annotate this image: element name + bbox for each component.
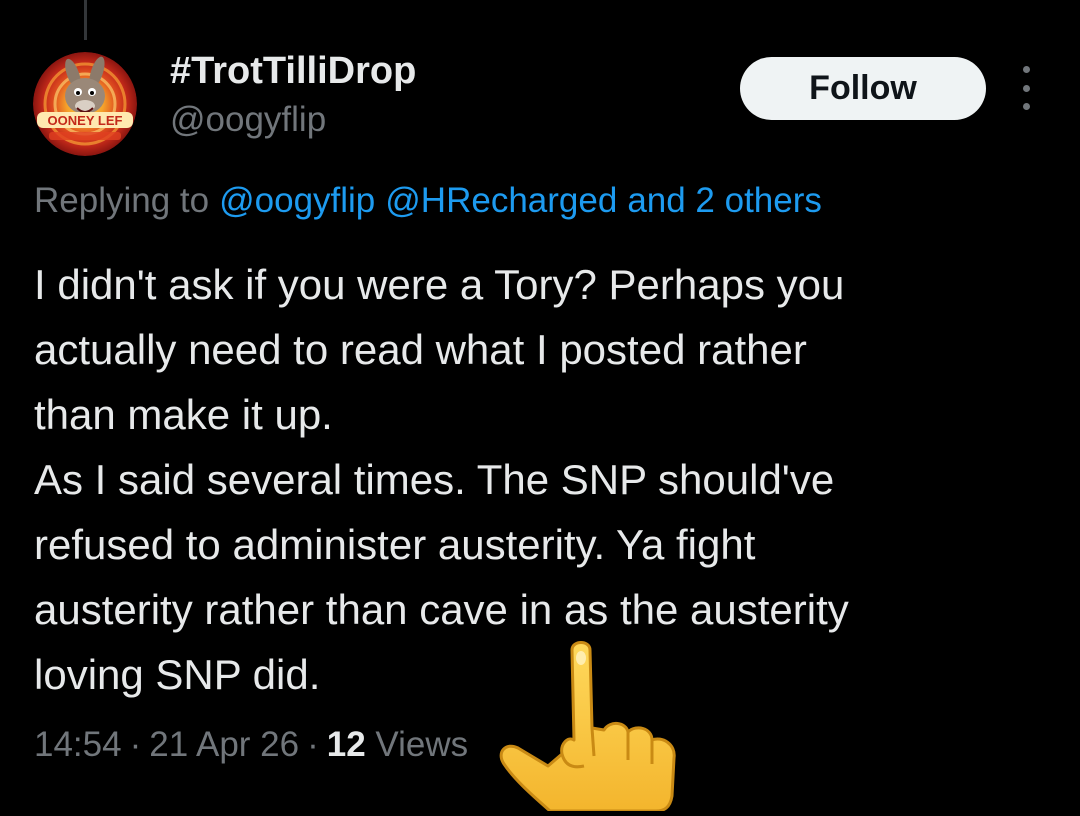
tweet-text-line: I didn't ask if you were a Tory? Perhaps… [34,261,845,308]
more-dot [1022,103,1030,110]
author-handle[interactable]: @oogyflip [170,100,326,140]
reply-mention-hrecharged[interactable]: @HRecharged [385,181,617,220]
views-label[interactable]: Views [375,725,468,764]
views-count[interactable]: 12 [327,725,366,764]
replying-to-label: Replying to [34,181,210,220]
more-dot [1022,66,1030,73]
svg-text:OONEY LEF: OONEY LEF [48,113,123,128]
reply-mention-oogyflip[interactable]: @oogyflip [219,181,375,220]
more-vertical-icon[interactable] [1014,66,1038,110]
middle-finger-emoji-icon [486,636,696,813]
replying-to-line: Replying to @oogyflip @HRecharged and 2 oth… [34,181,822,221]
tweet-text-line: actually need to read what I posted rath… [34,326,807,373]
tweet-date[interactable]: 21 Apr 26 [149,725,299,764]
meta-separator: · [307,725,319,764]
more-dot [1022,84,1030,92]
follow-button[interactable]: Follow [740,57,986,120]
tweet-text-line: austerity rather than cave in as the aus… [34,586,849,633]
avatar[interactable]: OONEY LEF [33,52,137,156]
reply-mention-others[interactable]: and 2 others [627,181,822,220]
tweet-text-line: refused to administer austerity. Ya figh… [34,521,756,568]
tweet-meta: 14:54 · 21 Apr 26 · 12 Views [34,725,468,765]
avatar-image: OONEY LEF [33,52,137,156]
tweet-time[interactable]: 14:54 [34,725,122,764]
meta-separator: · [129,725,142,764]
thread-connector-line [84,0,87,40]
tweet-text-line: As I said several times. The SNP should'… [34,456,835,503]
author-display-name[interactable]: #TrotTilliDrop [170,50,416,93]
tweet-text-line: than make it up. [34,391,333,438]
